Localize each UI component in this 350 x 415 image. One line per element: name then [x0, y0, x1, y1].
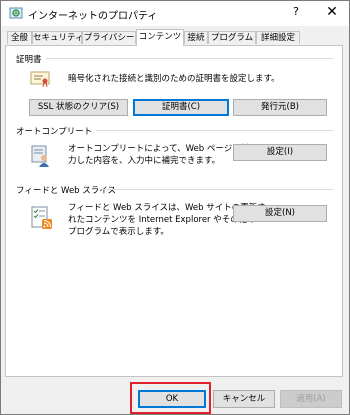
feeds-divider	[102, 189, 333, 190]
apply-button[interactable]: 適用(A)	[280, 390, 342, 408]
feeds-description-line3: プログラムで表示します。	[68, 227, 169, 237]
tab-connections[interactable]: 接続	[184, 31, 208, 44]
cancel-button[interactable]: キャンセル	[213, 390, 275, 408]
title-bar: インターネットのプロパティ ? ✕	[1, 1, 349, 26]
autocomplete-divider	[96, 130, 333, 131]
tab-programs[interactable]: プログラム	[208, 31, 256, 44]
autocomplete-description-line2: 力した内容を、入力中に補完できます。	[68, 156, 221, 166]
tab-content[interactable]: コンテンツ	[136, 29, 184, 46]
ok-button-highlight	[130, 382, 211, 414]
feeds-description-line2: れたコンテンツを Internet Explorer やその他の	[68, 215, 256, 225]
internet-properties-dialog: インターネットのプロパティ ? ✕ 全般 セキュリティ プライバシー コンテンツ…	[0, 0, 350, 415]
content-tab-panel: 証明書 暗号化された接続と識別のための証明書を設定します。 SSL 状態のクリア…	[5, 45, 343, 377]
certificates-description: 暗号化された接続と識別のための証明書を設定します。	[68, 74, 280, 84]
tab-strip: 全般 セキュリティ プライバシー コンテンツ 接続 プログラム 詳細設定	[5, 29, 345, 46]
certificates-divider	[46, 58, 333, 59]
window-title: インターネットのプロパティ	[28, 11, 158, 22]
close-button[interactable]: ✕	[323, 3, 341, 21]
tab-general[interactable]: 全般	[7, 31, 32, 44]
internet-options-icon	[9, 7, 23, 19]
help-button[interactable]: ?	[289, 5, 303, 18]
autocomplete-settings-button[interactable]: 設定(I)	[233, 144, 327, 161]
certificates-button[interactable]: 証明書(C)	[133, 99, 229, 116]
feeds-icon	[31, 206, 52, 229]
publishers-button[interactable]: 発行元(B)	[233, 99, 327, 116]
tab-privacy[interactable]: プライバシー	[82, 31, 136, 44]
autocomplete-heading: オートコンプリート	[16, 127, 93, 137]
tab-security[interactable]: セキュリティ	[32, 31, 82, 44]
certificate-icon	[30, 71, 50, 88]
feeds-heading: フィードと Web スライス	[16, 186, 117, 196]
certificates-heading: 証明書	[16, 55, 42, 65]
clear-ssl-state-button[interactable]: SSL 状態のクリア(S)	[29, 99, 128, 116]
autocomplete-icon	[31, 145, 49, 167]
feeds-settings-button[interactable]: 設定(N)	[233, 205, 327, 222]
tab-advanced[interactable]: 詳細設定	[256, 31, 300, 44]
